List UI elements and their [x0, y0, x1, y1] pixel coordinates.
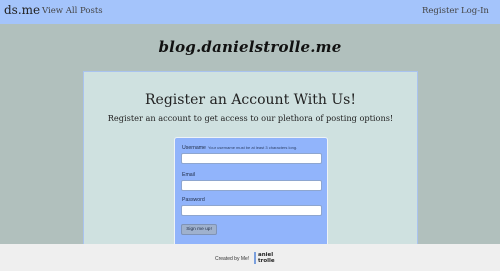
page-subheading: Register an account to get access to our… — [107, 113, 394, 123]
site-title: blog.danielstrolle.me — [158, 38, 342, 56]
footer: Created by Me! aniel trolle — [0, 244, 500, 271]
top-navbar: ds.me View All Posts Register Log-In — [0, 0, 500, 24]
page-heading: Register an Account With Us! — [145, 92, 356, 108]
register-form: Username Your username must be at least 3… — [174, 137, 328, 245]
nav-login[interactable]: Log-In — [461, 6, 489, 16]
footer-logo: aniel trolle — [254, 251, 280, 265]
email-label: Email — [182, 172, 195, 178]
password-input[interactable] — [181, 205, 322, 216]
username-input[interactable] — [181, 153, 322, 164]
username-label-text: Username — [182, 145, 206, 151]
email-input[interactable] — [181, 180, 322, 191]
nav-register[interactable]: Register — [422, 6, 458, 16]
sign-up-button[interactable]: Sign me up! — [181, 224, 217, 235]
logo-line-2: trolle — [258, 258, 275, 264]
username-hint: Your username must be at least 3 charact… — [207, 145, 298, 150]
password-label: Password — [182, 197, 205, 203]
register-panel: Register an Account With Us! Register an… — [83, 71, 418, 245]
brand-link[interactable]: ds.me — [4, 3, 40, 17]
footer-credit: Created by Me! — [215, 256, 250, 262]
username-label: Username Your username must be at least 3… — [182, 145, 297, 151]
nav-view-all-posts[interactable]: View All Posts — [42, 6, 103, 16]
